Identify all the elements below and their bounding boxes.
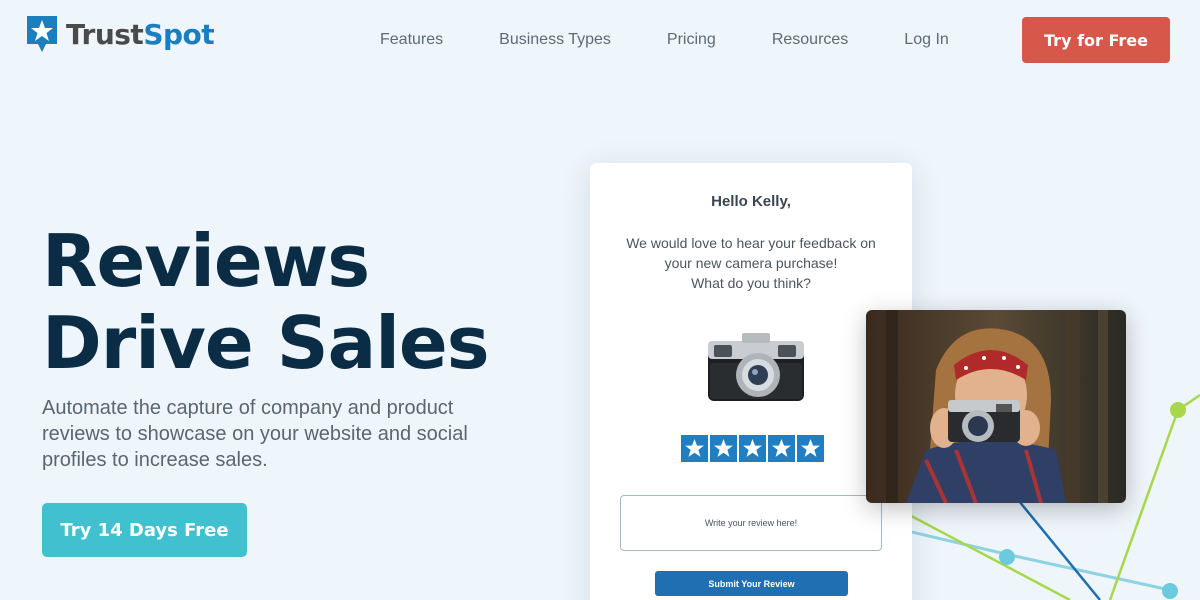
nav-resources[interactable]: Resources — [772, 31, 848, 49]
nav-login[interactable]: Log In — [904, 31, 948, 49]
card-message: We would love to hear your feedback on y… — [590, 233, 912, 293]
star-icon[interactable] — [710, 435, 737, 462]
star-rating[interactable] — [681, 435, 826, 462]
card-message-line2: your new camera purchase! — [664, 255, 838, 271]
logo-star-icon — [27, 16, 57, 52]
brand-name: TrustSpot — [66, 17, 215, 51]
card-greeting: Hello Kelly, — [711, 193, 791, 210]
star-icon[interactable] — [681, 435, 708, 462]
nav-pricing[interactable]: Pricing — [667, 31, 716, 49]
main-nav: Features Business Types Pricing Resource… — [380, 0, 1005, 80]
hero-title-line2: Drive Sales — [42, 301, 490, 385]
try-14-days-free-button[interactable]: Try 14 Days Free — [42, 503, 247, 557]
hero-subtitle: Automate the capture of company and prod… — [42, 397, 468, 471]
submit-review-button[interactable]: Submit Your Review — [655, 571, 848, 596]
star-icon[interactable] — [768, 435, 795, 462]
star-icon[interactable] — [797, 435, 824, 462]
nav-features[interactable]: Features — [380, 31, 443, 49]
hero-title: Reviews Drive Sales — [42, 219, 490, 385]
woman-with-camera-image — [866, 310, 1126, 503]
review-request-card: Hello Kelly, We would love to hear your … — [590, 163, 912, 600]
brand-name-part2: Spot — [143, 17, 215, 51]
nav-business-types[interactable]: Business Types — [499, 31, 611, 49]
star-icon[interactable] — [739, 435, 766, 462]
review-text-input[interactable]: Write your review here! — [620, 495, 882, 551]
card-message-line3: What do you think? — [691, 275, 811, 291]
brand-name-part1: Trust — [66, 17, 144, 51]
camera-product-image — [708, 333, 804, 401]
site-header: TrustSpot Features Business Types Pricin… — [0, 0, 1200, 80]
customer-photo — [866, 310, 1126, 503]
try-for-free-button[interactable]: Try for Free — [1022, 17, 1170, 63]
hero-title-line1: Reviews — [42, 219, 370, 303]
card-message-line1: We would love to hear your feedback on — [626, 235, 876, 251]
trustspot-logo[interactable]: TrustSpot — [24, 14, 215, 54]
